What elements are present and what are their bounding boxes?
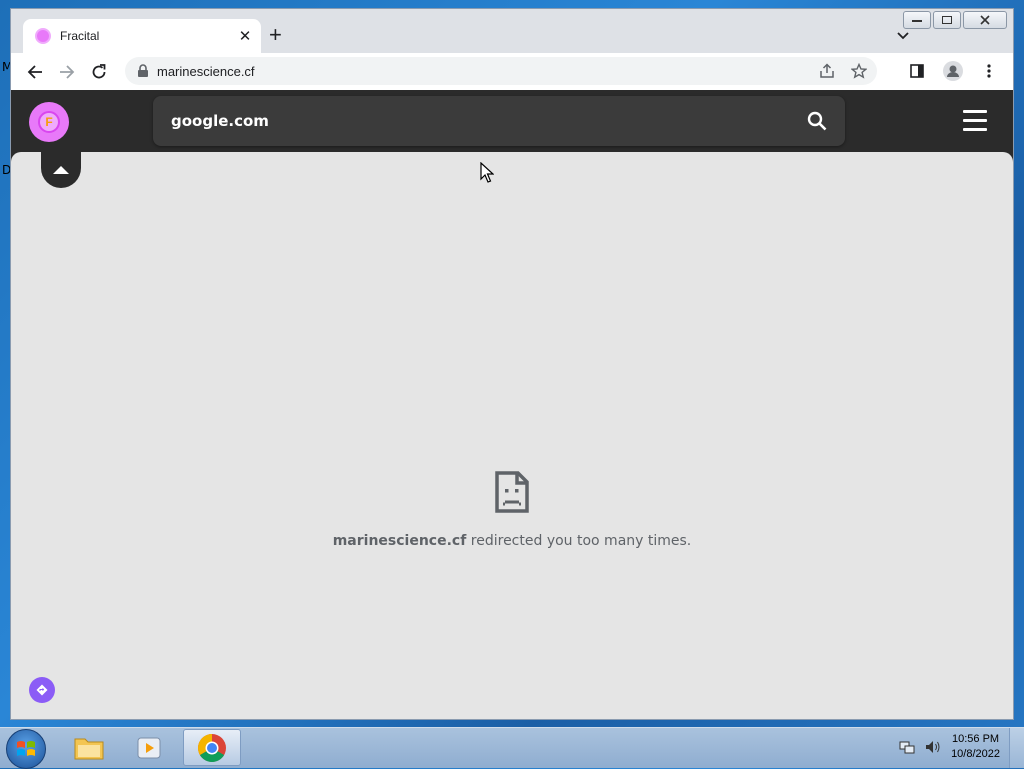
system-tray: 10:56 PM 10/8/2022 bbox=[899, 732, 1000, 762]
arrow-right-icon bbox=[60, 64, 75, 79]
chevron-down-icon bbox=[897, 32, 909, 40]
volume-icon[interactable] bbox=[925, 739, 941, 755]
star-icon bbox=[851, 63, 867, 79]
reload-button[interactable] bbox=[83, 58, 115, 86]
folder-icon bbox=[74, 738, 104, 759]
forward-button[interactable] bbox=[51, 58, 83, 86]
show-desktop-button[interactable] bbox=[1009, 728, 1024, 768]
avatar-icon bbox=[943, 61, 963, 81]
maximize-button[interactable] bbox=[933, 11, 961, 29]
address-url[interactable]: marinescience.cf bbox=[157, 64, 819, 79]
diamond-arrow-icon bbox=[36, 684, 48, 696]
network-icon[interactable] bbox=[899, 739, 915, 755]
site-search-input[interactable]: google.com bbox=[171, 112, 797, 130]
windows-logo-icon bbox=[17, 741, 35, 756]
site-logo-letter: F bbox=[38, 111, 60, 133]
minimize-button[interactable] bbox=[903, 11, 931, 29]
floating-action-button[interactable] bbox=[29, 677, 55, 703]
clock-time: 10:56 PM bbox=[951, 733, 1000, 745]
tab-search-button[interactable] bbox=[897, 27, 909, 45]
browser-window: Fracital ✕ + marinescience.cf F google.c… bbox=[10, 8, 1014, 720]
arrow-left-icon bbox=[27, 64, 42, 79]
side-panel-icon bbox=[910, 64, 924, 78]
error-message: marinescience.cf redirected you too many… bbox=[11, 533, 1013, 549]
hamburger-menu-icon[interactable] bbox=[963, 110, 987, 137]
error-description: redirected you too many times. bbox=[466, 533, 692, 549]
tab-favicon-icon bbox=[35, 28, 51, 44]
error-panel: marinescience.cf redirected you too many… bbox=[11, 470, 1013, 549]
lock-icon bbox=[138, 64, 148, 77]
chrome-icon bbox=[198, 733, 226, 762]
sad-page-icon bbox=[495, 471, 529, 513]
more-vertical-icon bbox=[987, 64, 991, 78]
reload-icon bbox=[92, 63, 106, 78]
tab-strip: Fracital ✕ + bbox=[11, 9, 1013, 53]
tab-close-icon[interactable]: ✕ bbox=[233, 27, 257, 45]
search-icon bbox=[807, 111, 827, 131]
error-domain: marinescience.cf bbox=[332, 533, 467, 549]
profile-button[interactable] bbox=[937, 57, 969, 85]
mouse-cursor-icon bbox=[480, 162, 494, 183]
tab-title: Fracital bbox=[60, 29, 100, 43]
site-search-bar[interactable]: google.com bbox=[153, 96, 845, 146]
taskbar-clock[interactable]: 10:56 PM 10/8/2022 bbox=[951, 732, 1000, 762]
site-search-button[interactable] bbox=[797, 111, 837, 131]
share-icon bbox=[820, 63, 834, 78]
media-player-icon bbox=[137, 737, 161, 758]
back-button[interactable] bbox=[19, 58, 51, 86]
browser-tab[interactable]: Fracital ✕ bbox=[23, 19, 261, 53]
browser-toolbar: marinescience.cf bbox=[11, 53, 1013, 90]
taskbar: 10:56 PM 10/8/2022 bbox=[0, 727, 1024, 769]
content-frame: marinescience.cf redirected you too many… bbox=[11, 152, 1013, 719]
clock-date: 10/8/2022 bbox=[951, 748, 1000, 760]
taskbar-explorer[interactable] bbox=[60, 729, 118, 766]
start-button[interactable] bbox=[6, 729, 46, 769]
taskbar-media-player[interactable] bbox=[120, 729, 178, 766]
site-header: F google.com bbox=[11, 90, 1013, 152]
side-panel-button[interactable] bbox=[901, 57, 933, 85]
triangle-up-icon bbox=[53, 166, 69, 174]
close-window-button[interactable] bbox=[963, 11, 1007, 29]
page-viewport: F google.com marinescience.cf redirected… bbox=[11, 90, 1013, 719]
taskbar-chrome[interactable] bbox=[183, 729, 241, 766]
address-bar[interactable]: marinescience.cf bbox=[125, 57, 877, 85]
site-logo[interactable]: F bbox=[29, 102, 69, 142]
new-tab-button[interactable]: + bbox=[269, 24, 282, 46]
menu-button[interactable] bbox=[973, 57, 1005, 85]
